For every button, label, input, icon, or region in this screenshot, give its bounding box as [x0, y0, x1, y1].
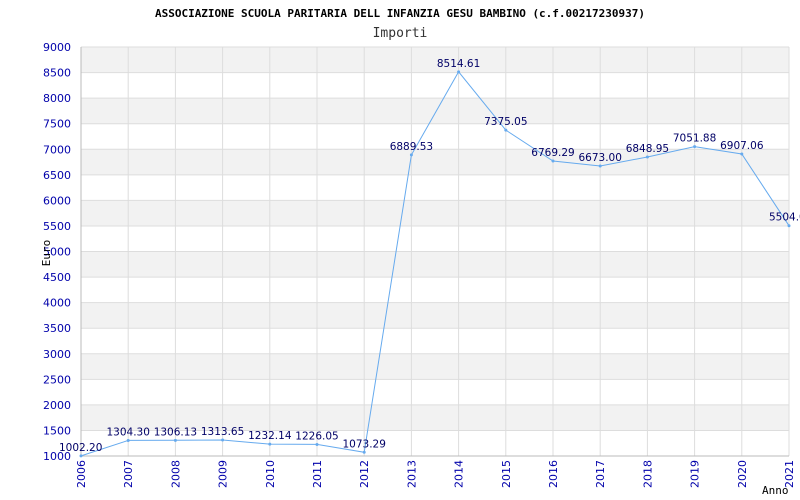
data-point — [740, 152, 744, 156]
data-label: 6769.29 — [531, 147, 574, 159]
x-tick-label: 2014 — [453, 460, 466, 488]
data-point — [362, 450, 366, 454]
x-axis-title: Anno — [762, 484, 789, 497]
data-point — [409, 153, 413, 157]
y-tick-label: 6000 — [43, 194, 71, 207]
y-tick-label: 2000 — [43, 399, 71, 412]
data-label: 1232.14 — [248, 430, 292, 442]
y-tick-label: 7000 — [43, 143, 71, 156]
data-point — [598, 164, 602, 168]
chart-subtitle: Importi — [373, 26, 428, 41]
data-point — [693, 145, 697, 149]
line-chart: ASSOCIAZIONE SCUOLA PARITARIA DELL INFAN… — [40, 7, 800, 497]
data-label: 5504.0 — [769, 212, 800, 224]
data-label: 6673.00 — [578, 152, 621, 164]
data-point — [221, 438, 225, 442]
data-label: 6889.53 — [390, 141, 433, 153]
data-point — [551, 159, 555, 163]
x-tick-label: 2016 — [547, 460, 560, 488]
grid-band — [81, 98, 789, 124]
data-point — [79, 454, 83, 458]
x-axis-ticks: 2006 2007 2008 2009 2010 2011 2012 2013 2014 2015… — [75, 460, 796, 488]
y-tick-label: 1500 — [43, 424, 71, 437]
y-tick-label: 7500 — [43, 118, 71, 131]
y-tick-label: 4500 — [43, 271, 71, 284]
x-tick-label: 2012 — [358, 460, 371, 488]
grid-band — [81, 353, 789, 380]
data-point — [126, 438, 130, 442]
data-label: 1313.65 — [201, 426, 244, 438]
y-tick-label: 5500 — [43, 220, 71, 233]
data-label: 1306.13 — [154, 426, 197, 438]
data-label: 8514.61 — [437, 58, 480, 70]
x-tick-label: 2013 — [405, 460, 418, 488]
data-point — [645, 155, 649, 159]
data-label: 1304.30 — [106, 426, 149, 438]
data-label: 1226.05 — [295, 430, 338, 442]
data-point — [315, 442, 319, 446]
x-tick-label: 2019 — [689, 460, 702, 488]
grid-band — [81, 149, 789, 175]
x-tick-label: 2007 — [122, 460, 135, 488]
x-tick-label: 2018 — [641, 460, 654, 488]
y-tick-label: 2500 — [43, 373, 71, 386]
grid-band — [81, 251, 789, 278]
data-label: 7375.05 — [484, 116, 527, 128]
y-tick-label: 3500 — [43, 322, 71, 335]
x-tick-label: 2017 — [594, 460, 607, 488]
y-tick-label: 4000 — [43, 297, 71, 310]
y-tick-label: 3000 — [43, 348, 71, 361]
x-tick-label: 2008 — [169, 460, 182, 488]
data-label: 7051.88 — [673, 133, 716, 145]
y-axis-title: Euro — [40, 240, 53, 267]
y-tick-label: 8500 — [43, 67, 71, 80]
x-tick-label: 2011 — [311, 460, 324, 488]
x-tick-label: 2009 — [217, 460, 230, 488]
data-label: 6848.95 — [626, 143, 669, 155]
data-point — [504, 128, 508, 132]
chart-title: ASSOCIAZIONE SCUOLA PARITARIA DELL INFAN… — [155, 7, 645, 20]
x-tick-label: 2015 — [500, 460, 513, 488]
grid-band — [81, 200, 789, 226]
data-point — [268, 442, 272, 446]
data-point — [173, 438, 177, 442]
data-label: 1002.20 — [59, 442, 102, 454]
data-label: 6907.06 — [720, 140, 764, 152]
data-point — [457, 70, 461, 74]
y-tick-label: 6500 — [43, 169, 71, 182]
y-tick-label: 9000 — [43, 41, 71, 54]
data-point — [787, 224, 791, 228]
x-tick-label: 2020 — [736, 460, 749, 488]
grid-band — [81, 47, 789, 73]
y-tick-label: 8000 — [43, 92, 71, 105]
data-label: 1073.29 — [342, 438, 385, 450]
background-bands — [81, 47, 789, 431]
x-tick-label: 2006 — [75, 460, 88, 488]
grid-band — [81, 302, 789, 329]
x-tick-label: 2010 — [264, 460, 277, 488]
